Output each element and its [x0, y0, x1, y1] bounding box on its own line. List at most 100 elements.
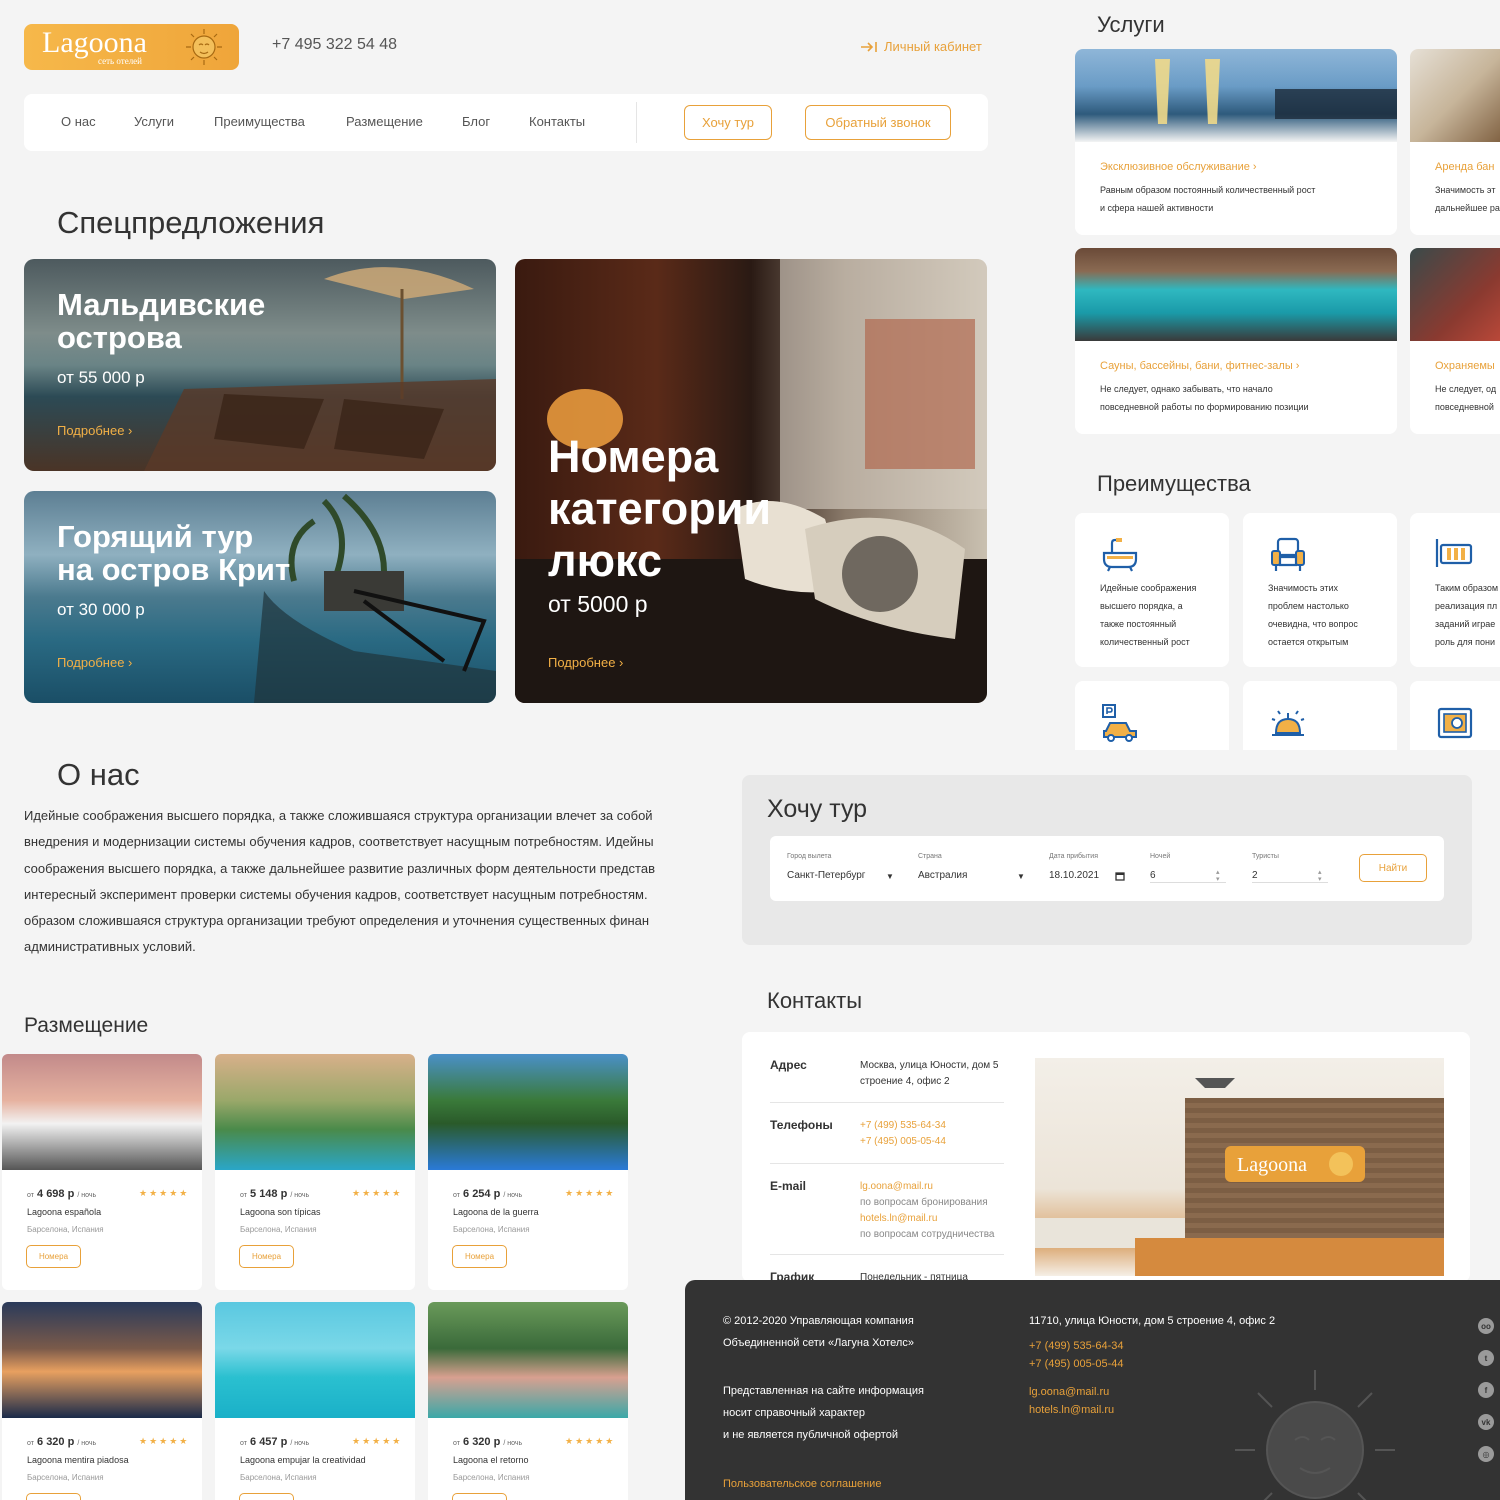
- user-agreement-link[interactable]: Пользовательское соглашение: [723, 1473, 881, 1495]
- find-button[interactable]: Найти: [1359, 854, 1427, 882]
- hotel-card[interactable]: от 4 698 р / ночь ★★★★★ Lagoona española…: [2, 1054, 202, 1290]
- rooms-button[interactable]: Номера: [452, 1245, 507, 1268]
- main-nav: О нас Услуги Преимущества Размещение Бло…: [24, 94, 988, 151]
- offer-title-line1: Номера: [548, 431, 719, 482]
- about-text: Идейные соображения высшего порядка, а т…: [24, 808, 655, 955]
- service-card[interactable]: Эксклюзивное обслуживание › Равным образ…: [1075, 49, 1397, 235]
- twitter-icon[interactable]: t: [1478, 1350, 1494, 1366]
- offer-more-link[interactable]: Подробнее ›: [57, 655, 132, 670]
- parking-car-icon: [1102, 704, 1137, 742]
- footer-phones: +7 (499) 535-64-34 +7 (495) 005-05-44: [1029, 1337, 1123, 1373]
- footer-phone-2[interactable]: +7 (495) 005-05-44: [1029, 1355, 1123, 1373]
- nav-about[interactable]: О нас: [61, 114, 96, 129]
- hotel-image: [215, 1054, 415, 1170]
- bathtub-icon: [1102, 538, 1138, 572]
- nav-divider: [636, 102, 637, 143]
- hotel-card[interactable]: от 6 457 р / ночь ★★★★★ Lagoona empujar …: [215, 1302, 415, 1500]
- stepper-icon[interactable]: ▴ ▾: [1216, 869, 1220, 883]
- service-card[interactable]: Аренда бан Значимость эт дальнейшее ра: [1410, 49, 1500, 235]
- nav-accommodation[interactable]: Размещение: [346, 114, 423, 129]
- safe-icon: [1437, 707, 1473, 739]
- footer-info: Представленная на сайте информация носит …: [723, 1385, 924, 1441]
- departure-select[interactable]: Санкт-Петербург: [787, 870, 865, 881]
- facebook-icon[interactable]: f: [1478, 1382, 1494, 1398]
- tripadvisor-icon[interactable]: oo: [1478, 1318, 1494, 1334]
- service-card[interactable]: Сауны, бассейны, бани, фитнес-залы › Не …: [1075, 248, 1397, 434]
- hotel-location: Барселона, Испания: [27, 1473, 104, 1482]
- nights-underline: [1150, 882, 1226, 883]
- hotel-price: от 6 457 р / ночь: [240, 1436, 310, 1448]
- contact-phone-1[interactable]: +7 (499) 535-64-34: [860, 1118, 946, 1134]
- calendar-icon[interactable]: [1115, 871, 1125, 881]
- rooms-button[interactable]: Номера: [26, 1245, 81, 1268]
- offer-title-line1: Горящий тур: [57, 519, 254, 554]
- divider: [770, 1254, 1004, 1255]
- want-tour-button[interactable]: Хочу тур: [684, 105, 772, 140]
- sun-watermark-icon: [1235, 1370, 1395, 1500]
- tourists-input[interactable]: 2: [1252, 870, 1258, 881]
- offer-card-maldives[interactable]: Мальдивские острова от 55 000 р Подробне…: [24, 259, 496, 471]
- cabinet-link[interactable]: Личный кабинет: [860, 39, 982, 54]
- offer-more-link[interactable]: Подробнее ›: [57, 423, 132, 438]
- armchair-icon: [1271, 537, 1305, 571]
- country-select[interactable]: Австралия: [918, 870, 967, 881]
- header-phone[interactable]: +7 495 322 54 48: [272, 36, 397, 54]
- hotel-card[interactable]: от 6 320 р / ночь ★★★★★ Lagoona mentira …: [2, 1302, 202, 1500]
- services-heading: Услуги: [1097, 12, 1165, 37]
- contact-phone-2[interactable]: +7 (495) 005-05-44: [860, 1134, 946, 1150]
- nav-blog[interactable]: Блог: [462, 114, 490, 129]
- email-value: lg.oona@mail.ru по вопросам бронирования…: [860, 1179, 994, 1243]
- hotel-name: Lagoona son típicas: [240, 1207, 321, 1217]
- nav-advantages[interactable]: Преимущества: [214, 114, 305, 129]
- service-title: Эксклюзивное обслуживание ›: [1100, 161, 1257, 173]
- service-bell-icon: [1271, 710, 1305, 736]
- service-card[interactable]: Охраняемы Не следует, од повседневной: [1410, 248, 1500, 434]
- rating-stars: ★★★★★: [352, 1188, 403, 1198]
- cabinet-label: Личный кабинет: [884, 39, 982, 54]
- callback-button[interactable]: Обратный звонок: [805, 105, 951, 140]
- about-heading: О нас: [57, 757, 140, 792]
- rooms-button[interactable]: Номера: [239, 1493, 294, 1500]
- nights-input[interactable]: 6: [1150, 870, 1156, 881]
- accommodation-heading: Размещение: [24, 1014, 149, 1037]
- footer-email-2[interactable]: hotels.ln@mail.ru: [1029, 1401, 1114, 1419]
- offer-title-line1: Мальдивские: [57, 287, 266, 322]
- service-title: Охраняемы: [1435, 360, 1495, 372]
- advantage-card: [1243, 681, 1397, 750]
- service-title: Аренда бан: [1435, 161, 1495, 173]
- hotel-name: Lagoona española: [27, 1207, 102, 1217]
- rooms-button[interactable]: Номера: [452, 1493, 507, 1500]
- nav-services[interactable]: Услуги: [134, 114, 174, 129]
- hotel-card[interactable]: от 5 148 р / ночь ★★★★★ Lagoona son típi…: [215, 1054, 415, 1290]
- hotel-card[interactable]: от 6 254 р / ночь ★★★★★ Lagoona de la gu…: [428, 1054, 628, 1290]
- vk-icon[interactable]: vk: [1478, 1414, 1494, 1430]
- service-image: [1075, 248, 1397, 341]
- chevron-right-icon: ›: [128, 423, 133, 438]
- dropdown-caret-icon[interactable]: ▼: [1017, 872, 1025, 881]
- offer-more-link[interactable]: Подробнее ›: [548, 655, 623, 670]
- rating-stars: ★★★★★: [139, 1188, 190, 1198]
- footer: © 2012-2020 Управляющая компания Объедине…: [685, 1280, 1500, 1500]
- rooms-button[interactable]: Номера: [26, 1493, 81, 1500]
- footer-email-1[interactable]: lg.oona@mail.ru: [1029, 1383, 1114, 1401]
- arrival-date-input[interactable]: 18.10.2021: [1049, 870, 1099, 881]
- logo[interactable]: Lagoona сеть отелей: [24, 24, 239, 70]
- stepper-icon[interactable]: ▴ ▾: [1318, 869, 1322, 883]
- hotel-card[interactable]: от 6 320 р / ночь ★★★★★ Lagoona el retor…: [428, 1302, 628, 1500]
- instagram-icon[interactable]: ◎: [1478, 1446, 1494, 1462]
- country-label: Страна: [918, 853, 942, 860]
- contact-email-1[interactable]: lg.oona@mail.ru: [860, 1179, 994, 1195]
- footer-phone-1[interactable]: +7 (499) 535-64-34: [1029, 1337, 1123, 1355]
- address-value: Москва, улица Юности, дом 5 строение 4, о…: [860, 1060, 999, 1087]
- nav-contacts[interactable]: Контакты: [529, 114, 585, 129]
- offer-card-crete[interactable]: Горящий тур на остров Крит от 30 000 р П…: [24, 491, 496, 703]
- dropdown-caret-icon[interactable]: ▼: [886, 872, 894, 881]
- contact-email-2[interactable]: hotels.ln@mail.ru: [860, 1211, 994, 1227]
- rooms-button[interactable]: Номера: [239, 1245, 294, 1268]
- footer-emails: lg.oona@mail.ru hotels.ln@mail.ru: [1029, 1383, 1114, 1419]
- tour-form: Город вылета Санкт-Петербург ▼ Страна Ав…: [770, 836, 1444, 901]
- arrival-label: Дата прибытия: [1049, 853, 1098, 860]
- hotel-image: [428, 1302, 628, 1418]
- offer-card-lux[interactable]: Номера категории люкс от 5000 р Подробне…: [515, 259, 987, 703]
- phones-value: +7 (499) 535-64-34 +7 (495) 005-05-44: [860, 1118, 946, 1150]
